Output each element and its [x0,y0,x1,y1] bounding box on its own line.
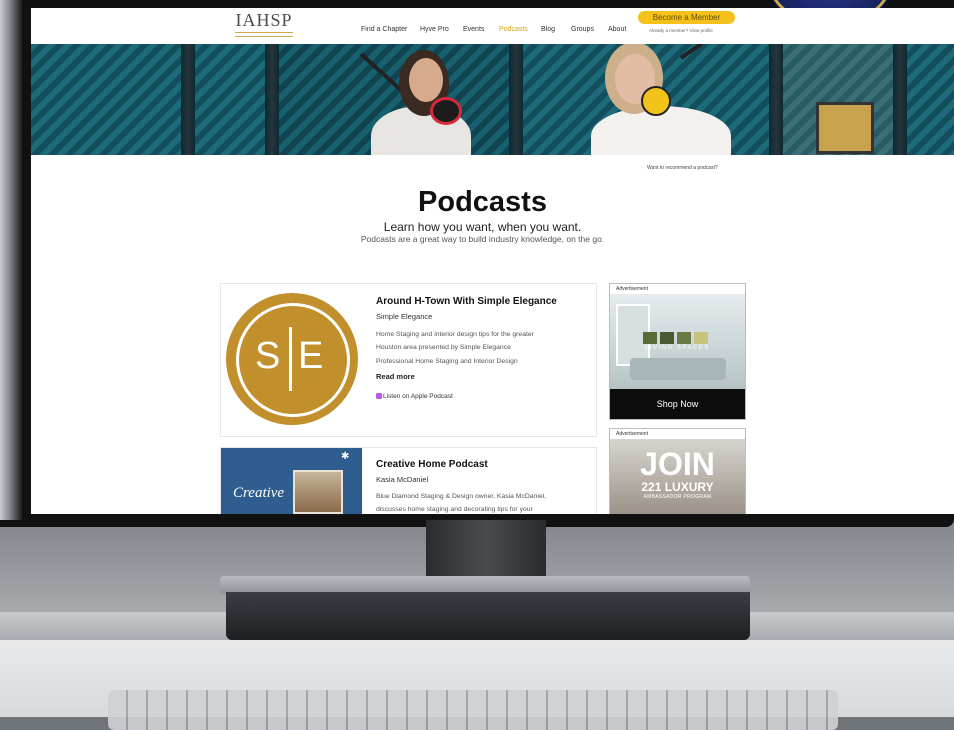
panel-divider [265,44,279,155]
studio-panel [816,102,874,154]
creative-cover-mark-icon: ✱ [341,451,350,462]
podcast-description: Home Staging and interior design tips fo… [376,328,588,368]
podcast-title[interactable]: Creative Home Podcast [376,459,488,470]
microphone-yellow [641,86,671,116]
page-subtext: Podcasts are a great way to build indust… [360,234,605,244]
keyboard [108,690,838,730]
panel-divider [181,44,195,155]
podcast-cover-creative-home[interactable]: ✱ Creative [221,448,362,514]
page-title: Podcasts [418,186,547,218]
hero-banner [31,44,954,155]
ad-sofa [630,358,726,380]
podcast-card[interactable]: ✱ Creative Creative Home Podcast Kasia M… [220,447,597,514]
nav-about[interactable]: About [608,26,626,33]
ad-luxury-line: 221 LUXURY [641,480,714,494]
ad-brand-text: LIVING SPACES [645,345,710,351]
lamp-icon [677,332,691,344]
microphone-red [430,97,462,125]
page-subtitle: Learn how you want, when you want. [383,220,582,234]
panel-divider [893,44,907,155]
foam-panel [907,44,954,155]
se-logo: S E [226,293,358,425]
ad-program-line: AMBASSADOR PROGRAM [643,494,712,500]
description-line: Blue Diamond Staging & Design owner, Kas… [376,493,547,500]
description-line: Professional Home Staging and Interior D… [376,357,518,365]
ad-room-image: LIVING SPACES [610,294,745,389]
creative-cover-text: Creative [233,485,285,501]
foam-panel [31,44,181,155]
description-line: discusses home staging and decorating ti… [376,506,533,514]
advertisement-label: Advertisement [616,286,648,292]
description-line: Home Staging and interior design tips fo… [376,331,534,338]
monitor-screen: IAHSP Find a Chapter Hyve Pro Events Pod… [31,8,954,514]
podcast-cover-simple-elegance[interactable]: S E [221,284,362,436]
read-more-link[interactable]: Read more [376,372,415,381]
podcast-description: Blue Diamond Staging & Design owner, Kas… [376,490,588,514]
ad-join-headline: JOIN [640,446,715,482]
monitor-stand-base [226,592,750,640]
become-member-button[interactable]: Become a Member [638,11,735,24]
creative-cover-photo [293,470,343,514]
nav-groups[interactable]: Groups [571,26,594,33]
podcast-card[interactable]: S E Around H-Town With Simple Elegance S… [220,283,597,437]
nav-blog[interactable]: Blog [541,26,555,33]
recommend-podcast-link[interactable]: Want to recommend a podcast? [647,165,718,171]
view-profile-link[interactable]: Already a member? View profile [649,28,713,33]
nav-podcasts[interactable]: Podcasts [499,26,528,33]
top-navigation: IAHSP Find a Chapter Hyve Pro Events Pod… [31,8,954,44]
nav-find-chapter[interactable]: Find a Chapter [361,26,407,33]
monitor-edge [0,0,22,520]
se-logo-letter: E [298,335,324,377]
frame-icon [694,332,708,344]
chair-icon [643,332,657,344]
site-logo[interactable]: IAHSP [231,10,297,40]
ad-icon-row [643,331,713,344]
se-logo-ring [236,303,350,417]
advertisement-label: Advertisement [610,429,745,439]
logo-rule [235,32,293,37]
advertisement-luxury-program[interactable]: Advertisement JOIN 221 LUXURY AMBASSADOR… [609,428,746,514]
podcast-title[interactable]: Around H-Town With Simple Elegance [376,296,557,307]
podcast-author: Simple Elegance [376,312,433,321]
cabinet-icon [660,332,674,344]
listen-apple-podcast-link[interactable]: Listen on Apple Podcast [376,393,453,400]
panel-divider [769,44,783,155]
description-line: Houston area presented by Simple Eleganc… [376,344,511,352]
advertisement-living-spaces[interactable]: Advertisement LIVING SPACES Shop Now [609,283,746,420]
shop-now-button[interactable]: Shop Now [610,389,745,419]
foam-panel [195,44,265,155]
se-logo-letter: S [255,335,281,377]
apple-podcasts-icon [376,393,382,400]
listen-label: Listen on Apple Podcast [383,393,453,400]
nav-events[interactable]: Events [463,26,484,33]
logo-text: IAHSP [235,10,293,30]
se-logo-divider [289,327,292,391]
panel-divider [509,44,523,155]
podcaster-left-face [409,58,443,102]
nav-hyve-pro[interactable]: Hyve Pro [420,26,449,33]
podcast-author: Kasia McDaniel [376,475,429,484]
